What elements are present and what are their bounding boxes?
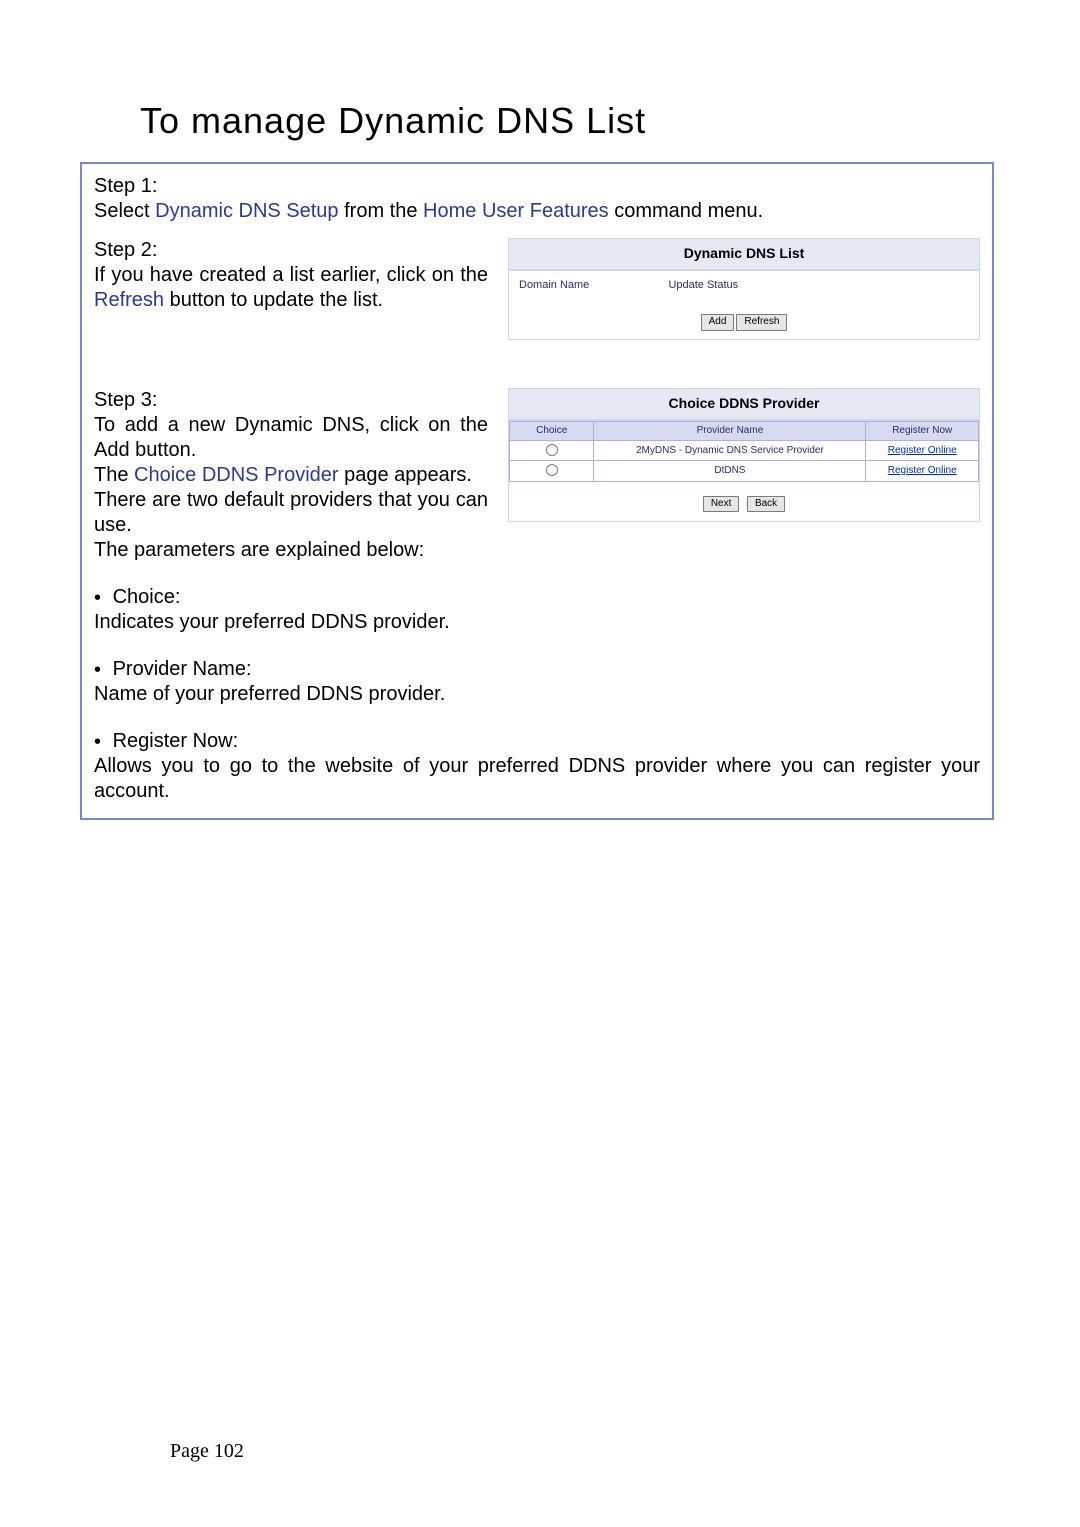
step1-text-post: command menu.: [609, 200, 764, 222]
provider-name-0: 2MyDNS - Dynamic DNS Service Provider: [594, 441, 866, 461]
panel1-col-status: Update Status: [660, 279, 969, 293]
radio-choice-0[interactable]: [546, 444, 558, 456]
step2-text-pre: If you have created a list earlier, clic…: [94, 264, 488, 286]
param-provider-title: Provider Name:: [113, 658, 252, 680]
link-dynamic-dns-setup: Dynamic DNS Setup: [155, 200, 338, 222]
step1-label: Step 1:: [94, 175, 157, 197]
page-number: Page 102: [170, 1440, 244, 1463]
param-choice-title: Choice:: [113, 586, 181, 608]
page-container: To manage Dynamic DNS List Step 1: Selec…: [0, 0, 1080, 1527]
panel1-col-domain: Domain Name: [519, 279, 660, 293]
provider-name-1: DtDNS: [594, 461, 866, 481]
step3-line4: The parameters are explained below:: [94, 539, 424, 561]
link-home-user-features: Home User Features: [423, 200, 609, 222]
instruction-box: Step 1: Select Dynamic DNS Setup from th…: [80, 162, 994, 820]
add-button[interactable]: Add: [701, 314, 735, 331]
link-refresh: Refresh: [94, 289, 164, 311]
step1-text-pre: Select: [94, 200, 155, 222]
choice-ddns-provider-panel: Choice DDNS Provider Choice Provider Nam…: [508, 388, 980, 521]
param-register-desc: Allows you to go to the website of your …: [94, 755, 980, 802]
table-row: 2MyDNS - Dynamic DNS Service Provider Re…: [510, 441, 979, 461]
th-choice: Choice: [510, 421, 594, 441]
register-link-0[interactable]: Register Online: [888, 445, 957, 456]
back-button[interactable]: Back: [747, 496, 785, 513]
param-provider: • Provider Name: Name of your preferred …: [94, 657, 980, 707]
step3: Step 3: To add a new Dynamic DNS, click …: [94, 388, 488, 563]
table-header-row: Choice Provider Name Register Now: [510, 421, 979, 441]
dynamic-dns-list-panel: Dynamic DNS List Domain Name Update Stat…: [508, 238, 980, 340]
th-register: Register Now: [866, 421, 979, 441]
next-button[interactable]: Next: [703, 496, 740, 513]
param-register-title: Register Now:: [113, 730, 239, 752]
step2-text-post: button to update the list.: [164, 289, 383, 311]
step1-text-mid: from the: [339, 200, 423, 222]
step3-line1: To add a new Dynamic DNS, click on the A…: [94, 414, 488, 461]
param-choice-desc: Indicates your preferred DDNS provider.: [94, 611, 450, 633]
param-register: • Register Now: Allows you to go to the …: [94, 729, 980, 804]
register-link-1[interactable]: Register Online: [888, 465, 957, 476]
step3-line2-pre: The: [94, 464, 134, 486]
param-provider-desc: Name of your preferred DDNS provider.: [94, 683, 445, 705]
step3-label: Step 3:: [94, 389, 157, 411]
step3-line3: There are two default providers that you…: [94, 489, 488, 536]
bullet-icon: •: [94, 660, 101, 680]
panel1-title: Dynamic DNS List: [509, 239, 979, 271]
step1: Step 1: Select Dynamic DNS Setup from th…: [94, 174, 980, 224]
th-provider: Provider Name: [594, 421, 866, 441]
step2: Step 2: If you have created a list earli…: [94, 238, 488, 313]
radio-choice-1[interactable]: [546, 464, 558, 476]
refresh-button[interactable]: Refresh: [736, 314, 787, 331]
table-row: DtDNS Register Online: [510, 461, 979, 481]
panel2-title: Choice DDNS Provider: [509, 389, 979, 421]
bullet-icon: •: [94, 588, 101, 608]
provider-table: Choice Provider Name Register Now 2MyDNS…: [509, 421, 979, 482]
param-choice: • Choice: Indicates your preferred DDNS …: [94, 585, 980, 635]
step3-line2-post: page appears.: [339, 464, 472, 486]
page-title: To manage Dynamic DNS List: [140, 100, 1000, 142]
bullet-icon: •: [94, 732, 101, 752]
link-choice-ddns-provider: Choice DDNS Provider: [134, 464, 339, 486]
step2-label: Step 2:: [94, 239, 157, 261]
